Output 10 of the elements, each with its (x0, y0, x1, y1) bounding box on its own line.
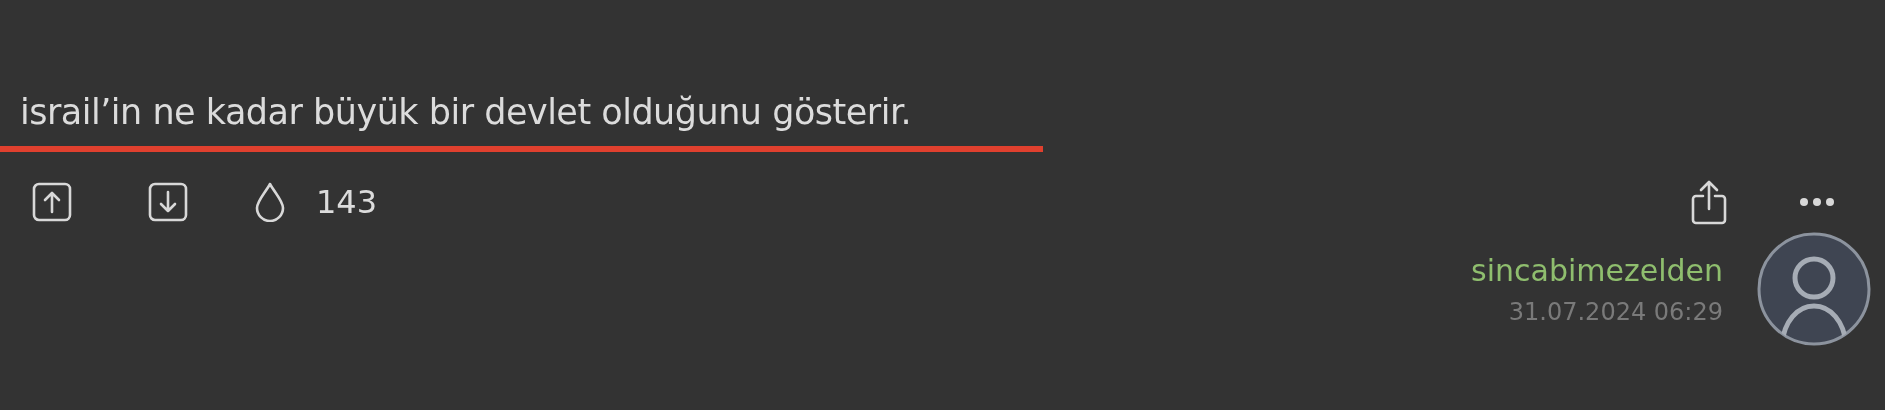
share-icon[interactable] (1691, 179, 1727, 225)
favorite-count: 143 (316, 183, 378, 221)
downvote-icon[interactable] (148, 182, 188, 222)
upvote-icon[interactable] (32, 182, 72, 222)
avatar-icon[interactable] (1757, 232, 1871, 346)
entry-date: 31.07.2024 06:29 (1508, 297, 1723, 326)
drop-icon[interactable] (254, 182, 286, 222)
entry-text: israil’in ne kadar büyük bir devlet olduğunu gösterir. (20, 92, 912, 132)
more-icon[interactable] (1799, 197, 1835, 207)
author-username[interactable]: sincabimezelden (1471, 252, 1723, 288)
